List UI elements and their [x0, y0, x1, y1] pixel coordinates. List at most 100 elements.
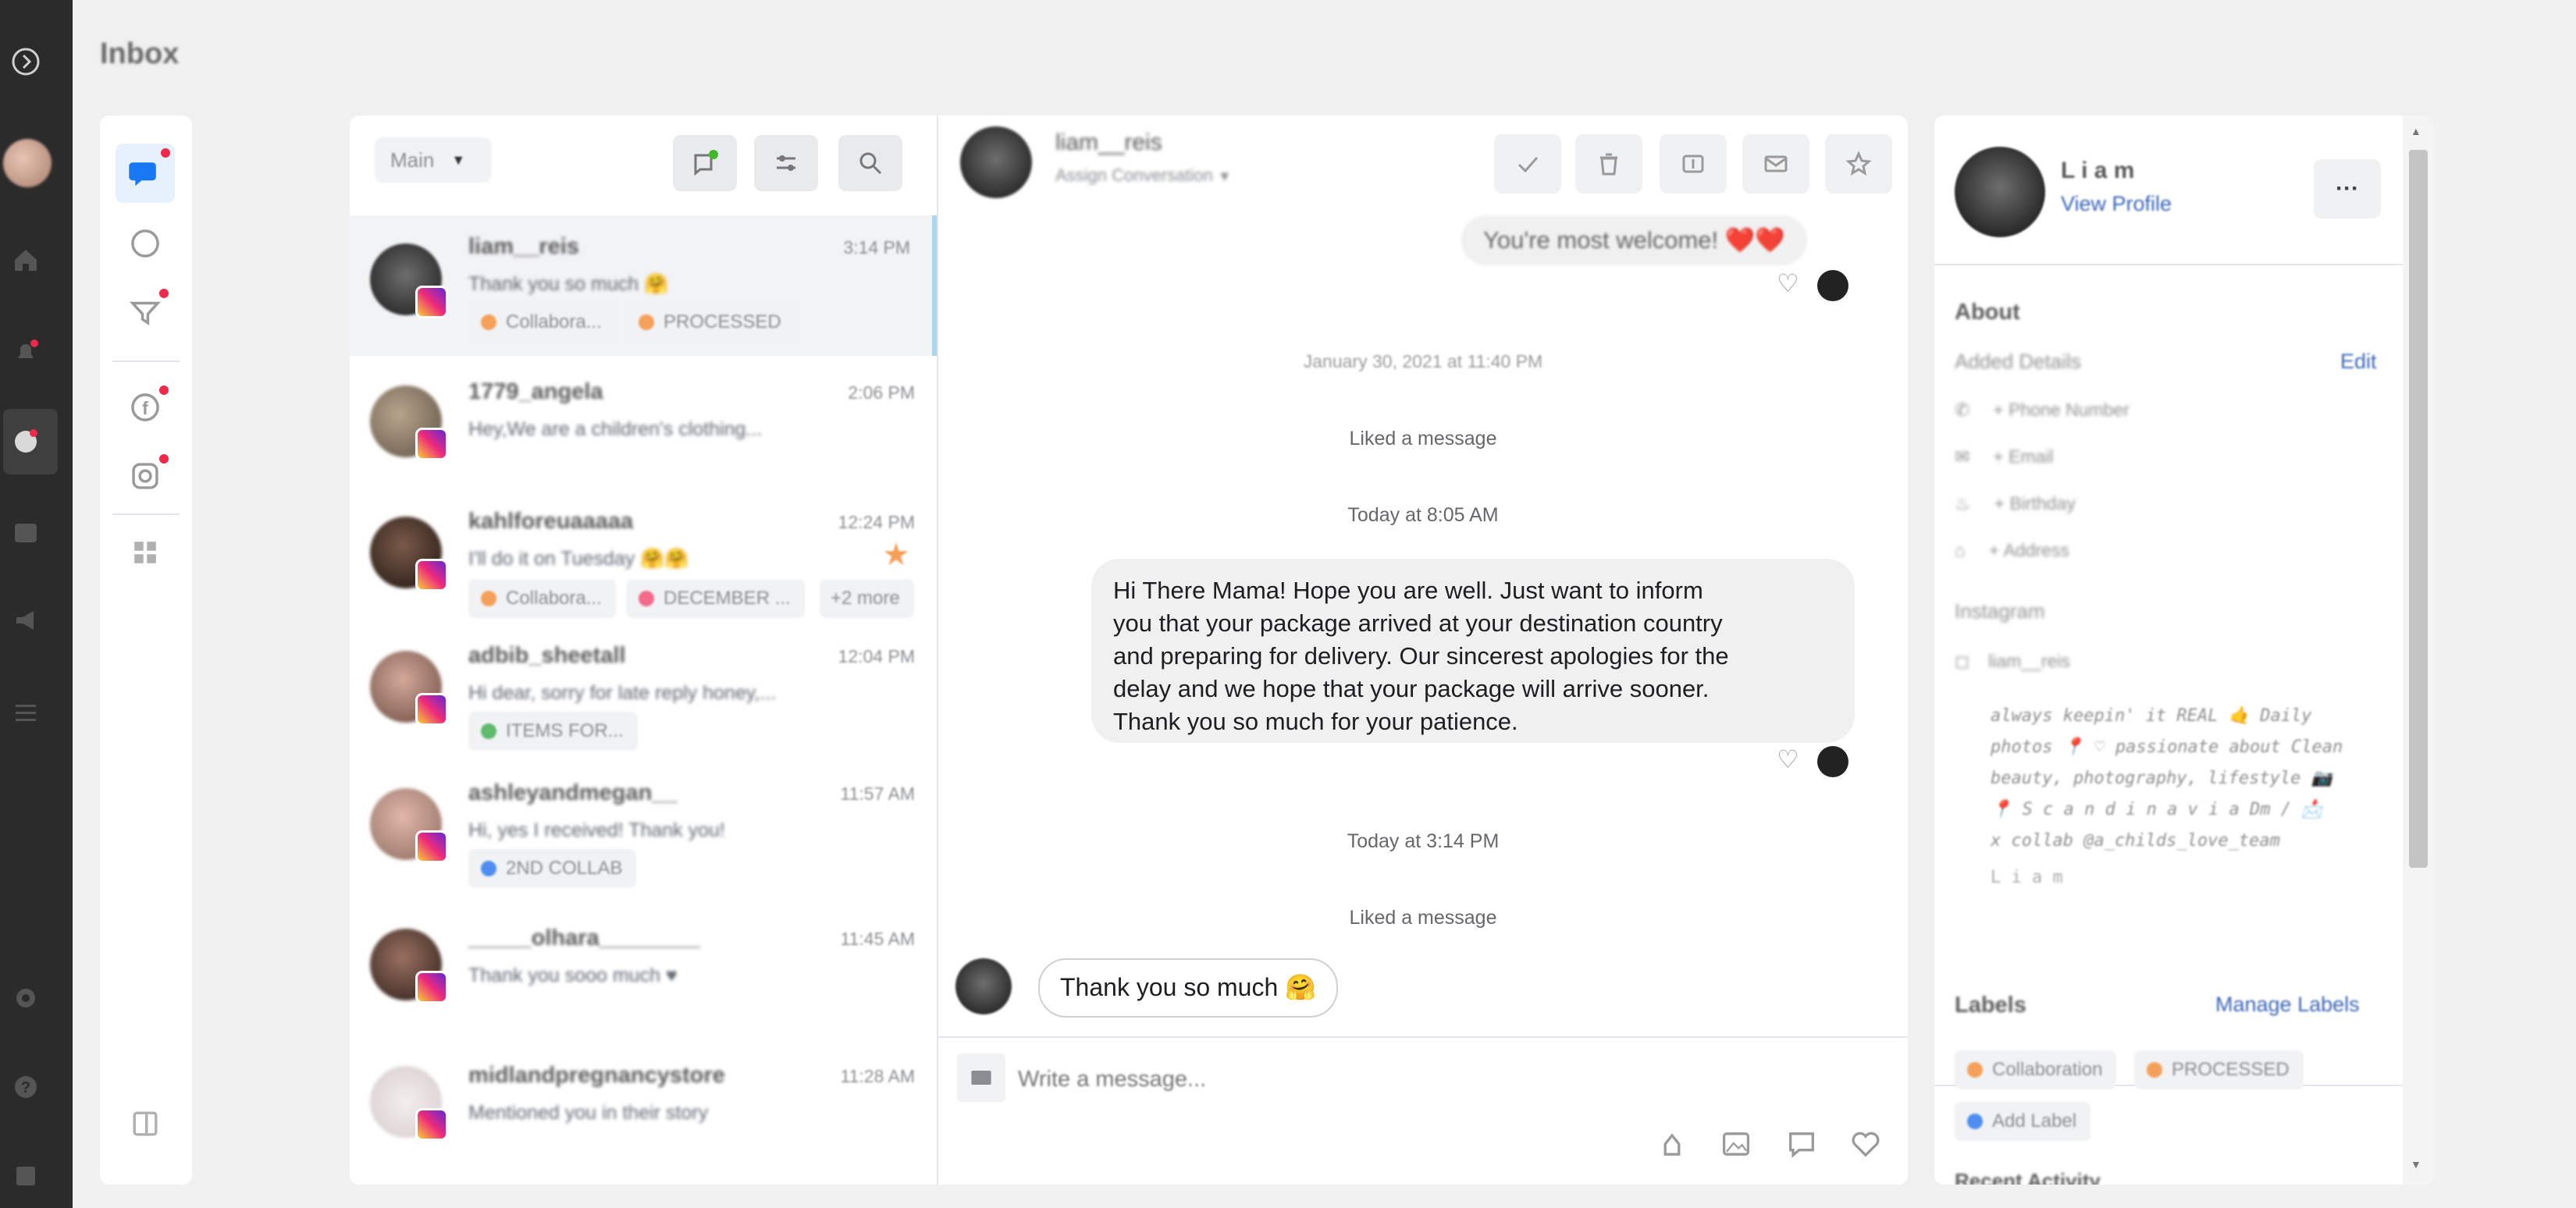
bio-line: photos 📍 ♡ passionate about Clean [1991, 737, 2343, 757]
thread-time: 3:14 PM [843, 237, 910, 258]
instagram-badge-icon [415, 428, 448, 460]
thread-time: 11:28 AM [840, 1066, 915, 1086]
notifications-icon[interactable] [8, 334, 44, 370]
address-icon: ⌂ [1955, 540, 1966, 560]
inbox-filter-select[interactable]: Main ▼ [375, 137, 492, 183]
facebook-icon[interactable]: f [116, 378, 175, 437]
help-icon[interactable]: ? [8, 1069, 44, 1105]
delete-button[interactable] [1575, 134, 1642, 194]
heart-icon[interactable] [1848, 1127, 1886, 1164]
add-label-button[interactable]: Add Label [1955, 1102, 2091, 1141]
ads-icon[interactable] [8, 602, 44, 638]
account-avatar[interactable] [3, 139, 52, 187]
star-button[interactable] [1825, 134, 1892, 194]
settings-icon[interactable] [8, 980, 44, 1016]
thread-name: adbib_sheetall [468, 643, 626, 668]
comments-filter-icon[interactable] [116, 282, 175, 342]
added-details-label: Added Details [1955, 350, 2081, 373]
thread-name: kahlforeuaaaaa [468, 509, 634, 534]
instagram-label: Instagram [1955, 599, 2045, 623]
trash-icon [1600, 153, 1617, 176]
thread-name: 1779_angela [468, 379, 603, 404]
inbox-icon[interactable] [8, 423, 44, 459]
manage-labels-link[interactable]: Manage Labels [2215, 993, 2360, 1017]
date-separator: Today at 3:14 PM [1347, 830, 1500, 852]
divider [112, 361, 180, 362]
message-input[interactable] [1016, 1060, 1878, 1099]
thread-row[interactable]: kahlforeuaaaaa 12:24 PM I'll do it on Tu… [350, 479, 937, 620]
heart-react-icon[interactable]: ♡ [1777, 268, 1805, 297]
view-profile-link[interactable]: View Profile [2061, 192, 2172, 216]
email-row[interactable]: ✉ + Email [1955, 446, 2054, 467]
home-icon[interactable] [8, 242, 44, 278]
thread-preview: Thank you sooo much ♥ [468, 965, 678, 986]
thread-row[interactable]: ashleyandmegan__ 11:57 AM Hi, yes I rece… [350, 757, 937, 894]
scrollbar-thumb[interactable] [2409, 150, 2428, 868]
incoming-message-bubble[interactable]: Thank you so much 🤗 [1038, 958, 1338, 1018]
posts-icon[interactable] [8, 515, 44, 551]
thread-time: 11:45 AM [840, 929, 915, 949]
label-chip[interactable]: DECEMBER ... [626, 579, 805, 618]
seen-avatar [1817, 746, 1848, 777]
liked-message-note: Liked a message [1349, 907, 1497, 929]
scroll-up-arrow-icon[interactable]: ▲ [2411, 125, 2421, 137]
attachment-icon[interactable] [1655, 1127, 1692, 1164]
phone-row[interactable]: ✆ + Phone Number [1955, 400, 2129, 421]
date-separator: January 30, 2021 at 11:40 PM [1303, 351, 1543, 371]
bio-line: beauty, photography, lifestyle 📷 [1991, 769, 2332, 788]
outgoing-message-bubble[interactable]: You're most welcome! ❤️❤️ [1461, 215, 1807, 265]
filter-button[interactable] [754, 135, 818, 191]
address-row[interactable]: ⌂ + Address [1955, 540, 2069, 561]
mark-done-button[interactable] [1494, 134, 1561, 194]
feedback-icon[interactable] [8, 1158, 44, 1194]
assign-conversation-dropdown[interactable]: Assign Conversation ▼ [1055, 165, 1232, 186]
mark-unread-button[interactable] [1742, 134, 1809, 194]
thread-row[interactable]: midlandpregnancystore 11:28 AM Mentioned… [350, 1032, 937, 1169]
message-line: Thank you so much for your patience. [1113, 708, 1518, 735]
thread-name: ashleyandmegan__ [468, 780, 678, 805]
instagram-icon[interactable] [116, 446, 175, 506]
apps-grid-icon[interactable] [116, 523, 175, 582]
outgoing-message-bubble[interactable]: Hi There Mama! Hope you are well. Just w… [1091, 559, 1855, 743]
move-button[interactable] [1660, 134, 1727, 194]
heart-react-icon[interactable]: ♡ [1777, 744, 1805, 773]
thread-preview: Mentioned you in their story [468, 1102, 709, 1124]
date-separator: Today at 8:05 AM [1347, 504, 1499, 526]
thread-row[interactable]: _____olhara________ 11:45 AM Thank you s… [350, 894, 937, 1032]
menu-icon[interactable] [8, 695, 44, 730]
thread-preview: Thank you so much 🤗 [468, 273, 669, 295]
label-chip[interactable]: Collabora... [468, 579, 616, 618]
star-icon[interactable]: ★ [882, 537, 910, 573]
edit-details-link[interactable]: Edit [2340, 350, 2377, 374]
conversation-panel: liam__reis Assign Conversation ▼ You're … [937, 115, 1908, 1185]
conversation-name[interactable]: liam__reis [1055, 130, 1162, 156]
saved-replies-icon[interactable] [957, 1053, 1005, 1102]
label-chip[interactable]: 2ND COLLAB [468, 849, 637, 888]
message-line: you that your package arrived at your de… [1113, 609, 1723, 637]
label-chip[interactable]: ITEMS FOR... [468, 712, 638, 751]
page-title: Inbox [100, 37, 180, 70]
more-labels-chip[interactable]: +2 more [820, 579, 914, 618]
label-chip[interactable]: Collaboration [1955, 1050, 2117, 1089]
expand-panel-icon[interactable] [116, 1094, 175, 1153]
label-chip[interactable]: PROCESSED [626, 303, 795, 342]
thread-row[interactable]: 1779_angela 2:06 PM Hey,We are a childre… [350, 356, 937, 479]
instagram-badge-icon [415, 559, 448, 592]
mark-unread-button[interactable] [673, 135, 737, 191]
more-options-icon[interactable]: ··· [2314, 159, 2381, 219]
scroll-down-arrow-icon[interactable]: ▼ [2411, 1158, 2421, 1171]
comment-icon[interactable] [1784, 1127, 1822, 1164]
birthday-row[interactable]: ♨ + Birthday [1955, 493, 2076, 514]
image-icon[interactable] [1719, 1127, 1756, 1164]
all-messages-icon[interactable] [116, 144, 175, 203]
profile-scrollbar[interactable]: ▲ ▼ [2403, 115, 2434, 1185]
thread-row[interactable]: liam__reis 3:14 PM Thank you so much 🤗 C… [350, 215, 937, 356]
label-chip[interactable]: PROCESSED [2134, 1050, 2304, 1089]
messenger-icon[interactable] [116, 214, 175, 273]
back-icon[interactable] [8, 44, 44, 80]
conversation-avatar[interactable] [960, 126, 1032, 198]
thread-preview: Hi, yes I received! Thank you! [468, 819, 725, 841]
thread-row[interactable]: adbib_sheetall 12:04 PM Hi dear, sorry f… [350, 620, 937, 757]
search-button[interactable] [838, 135, 902, 191]
label-chip[interactable]: Collabora... [468, 303, 616, 342]
